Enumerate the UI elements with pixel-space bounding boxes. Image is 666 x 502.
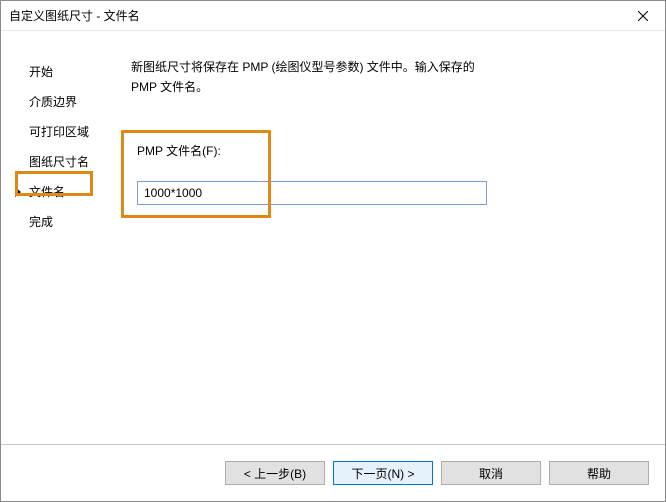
dialog-footer: < 上一步(B) 下一页(N) > 取消 帮助 xyxy=(1,444,665,501)
help-button[interactable]: 帮助 xyxy=(549,461,649,485)
filename-input[interactable] xyxy=(137,181,487,205)
sidebar-item-finish[interactable]: 完成 xyxy=(17,207,121,237)
filename-label: PMP 文件名(F): xyxy=(131,142,645,159)
sidebar-item-start[interactable]: 开始 xyxy=(17,57,121,87)
wizard-content: 新图纸尺寸将保存在 PMP (绘图仪型号参数) 文件中。输入保存的 PMP 文件… xyxy=(121,57,645,444)
dialog-body: 开始 介质边界 可打印区域 图纸尺寸名 文件名 完成 新图纸尺寸将保存在 PMP… xyxy=(1,31,665,444)
back-button[interactable]: < 上一步(B) xyxy=(225,461,325,485)
filename-input-wrap xyxy=(131,181,645,205)
sidebar-item-media-bounds[interactable]: 介质边界 xyxy=(17,87,121,117)
titlebar: 自定义图纸尺寸 - 文件名 xyxy=(1,1,665,31)
sidebar-item-paper-name[interactable]: 图纸尺寸名 xyxy=(17,147,121,177)
sidebar-item-label: 文件名 xyxy=(29,185,65,199)
cancel-button[interactable]: 取消 xyxy=(441,461,541,485)
sidebar-item-label: 开始 xyxy=(29,65,53,79)
next-button[interactable]: 下一页(N) > xyxy=(333,461,433,485)
sidebar-item-label: 介质边界 xyxy=(29,95,77,109)
window-title: 自定义图纸尺寸 - 文件名 xyxy=(1,7,140,24)
sidebar-item-label: 完成 xyxy=(29,215,53,229)
sidebar-item-filename[interactable]: 文件名 xyxy=(17,177,121,207)
dialog-window: 自定义图纸尺寸 - 文件名 开始 介质边界 可打印区域 图纸尺寸名 文件名 xyxy=(0,0,666,502)
close-icon xyxy=(638,11,648,21)
description-text: 新图纸尺寸将保存在 PMP (绘图仪型号参数) 文件中。输入保存的 PMP 文件… xyxy=(131,57,481,98)
close-button[interactable] xyxy=(620,1,665,31)
sidebar-item-printable-area[interactable]: 可打印区域 xyxy=(17,117,121,147)
sidebar-item-label: 图纸尺寸名 xyxy=(29,155,89,169)
wizard-sidebar: 开始 介质边界 可打印区域 图纸尺寸名 文件名 完成 xyxy=(1,57,121,444)
sidebar-item-label: 可打印区域 xyxy=(29,125,89,139)
